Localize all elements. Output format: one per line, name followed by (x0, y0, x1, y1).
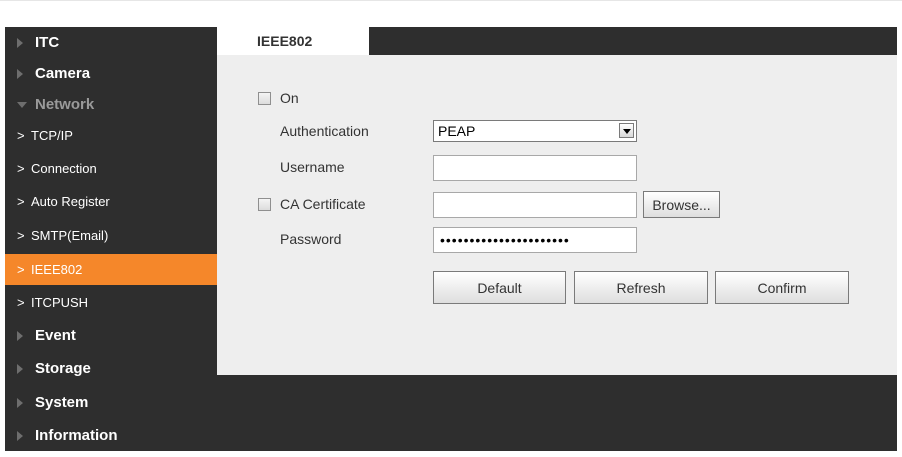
sidebar-item-event[interactable]: Event (5, 320, 217, 351)
chevron-right-icon: > (17, 228, 25, 243)
tab-ieee802[interactable]: IEEE802 (217, 27, 369, 55)
sidebar-item-label: IEEE802 (31, 262, 83, 277)
collapsed-arrow-icon (17, 363, 23, 374)
sidebar-item-label: SMTP(Email) (31, 228, 109, 243)
sidebar-item-label: ITC (35, 34, 60, 51)
sidebar-item-label: ITCPUSH (31, 295, 89, 310)
ca-certificate-input[interactable] (433, 192, 637, 218)
sidebar-item-label: TCP/IP (31, 128, 73, 143)
sidebar-item-label: System (35, 394, 89, 411)
authentication-value: PEAP (438, 123, 476, 139)
chevron-right-icon: > (17, 262, 25, 277)
sidebar-item-itcpush[interactable]: > ITCPUSH (5, 287, 217, 318)
sidebar-item-label: Network (35, 96, 95, 113)
dropdown-arrow-icon[interactable] (619, 123, 634, 138)
sidebar-item-camera[interactable]: Camera (5, 58, 217, 89)
collapsed-arrow-icon (17, 330, 23, 341)
collapsed-arrow-icon (17, 430, 23, 441)
on-checkbox[interactable] (258, 92, 271, 105)
authentication-select[interactable]: PEAP (433, 120, 637, 142)
collapsed-arrow-icon (17, 68, 23, 79)
sidebar-item-label: Event (35, 327, 76, 344)
sidebar-item-network[interactable]: Network (5, 89, 217, 120)
sidebar-item-information[interactable]: Information (5, 420, 217, 451)
password-input[interactable]: •••••••••••••••••••••• (433, 227, 637, 253)
sidebar-item-tcpip[interactable]: > TCP/IP (5, 120, 217, 151)
expanded-arrow-icon (17, 101, 27, 108)
sidebar-item-ieee802[interactable]: > IEEE802 (5, 254, 217, 285)
sidebar-item-label: Storage (35, 360, 91, 377)
collapsed-arrow-icon (17, 397, 23, 408)
chevron-right-icon: > (17, 194, 25, 209)
refresh-button[interactable]: Refresh (574, 271, 708, 304)
default-button[interactable]: Default (433, 271, 566, 304)
sidebar-item-storage[interactable]: Storage (5, 353, 217, 384)
sidebar-item-system[interactable]: System (5, 387, 217, 418)
sidebar-item-auto-register[interactable]: > Auto Register (5, 186, 217, 217)
sidebar: ITC Camera Network > TCP/IP > Connection… (5, 27, 217, 451)
chevron-right-icon: > (17, 295, 25, 310)
chevron-right-icon: > (17, 161, 25, 176)
on-label: On (280, 90, 299, 106)
confirm-button[interactable]: Confirm (715, 271, 849, 304)
browse-button[interactable]: Browse... (643, 191, 720, 218)
sidebar-item-connection[interactable]: > Connection (5, 153, 217, 184)
chevron-right-icon: > (17, 128, 25, 143)
password-label: Password (280, 231, 342, 247)
sidebar-item-label: Connection (31, 161, 97, 176)
sidebar-item-label: Auto Register (31, 194, 110, 209)
ca-certificate-checkbox[interactable] (258, 198, 271, 211)
app-frame: ITC Camera Network > TCP/IP > Connection… (0, 0, 902, 457)
sidebar-item-label: Information (35, 427, 118, 444)
username-input[interactable] (433, 155, 637, 181)
ieee802-settings-panel: On Authentication PEAP Username CA Certi… (217, 55, 897, 375)
collapsed-arrow-icon (17, 37, 23, 48)
sidebar-item-label: Camera (35, 65, 91, 82)
sidebar-item-smtp[interactable]: > SMTP(Email) (5, 220, 217, 251)
footer-area (217, 375, 897, 451)
sidebar-item-itc[interactable]: ITC (5, 27, 217, 58)
top-divider (0, 0, 902, 1)
authentication-label: Authentication (280, 123, 369, 139)
username-label: Username (280, 159, 345, 175)
ca-certificate-label: CA Certificate (280, 196, 366, 212)
